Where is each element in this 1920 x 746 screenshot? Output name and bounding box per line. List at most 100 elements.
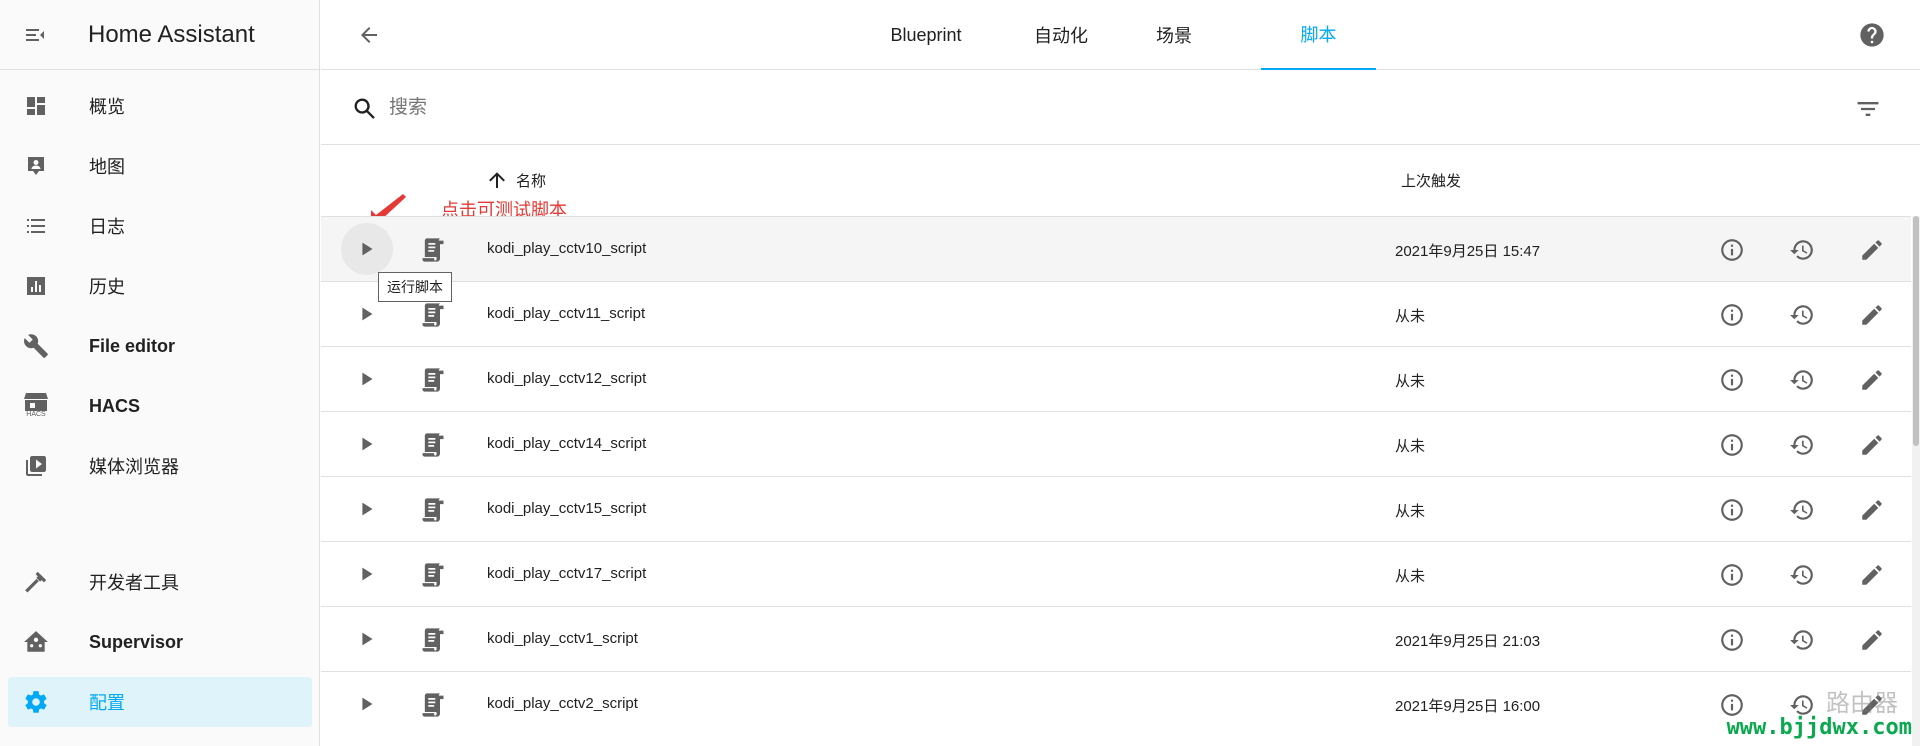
last-triggered: 从未	[1395, 373, 1426, 390]
play-icon[interactable]	[341, 678, 393, 730]
back-arrow-icon[interactable]	[355, 21, 383, 49]
play-icon[interactable]	[341, 353, 393, 405]
pencil-icon[interactable]	[1857, 365, 1887, 395]
history-icon[interactable]	[1787, 300, 1817, 330]
history-icon[interactable]	[1787, 430, 1817, 460]
script-name[interactable]: kodi_play_cctv17_script	[487, 565, 646, 582]
sidebar-item-overview[interactable]: 概览	[8, 81, 312, 131]
search-bar	[321, 71, 1920, 145]
play-icon[interactable]	[341, 613, 393, 665]
play-icon[interactable]	[341, 483, 393, 535]
script-text-icon	[419, 561, 447, 589]
script-name[interactable]: kodi_play_cctv2_script	[487, 695, 638, 712]
script-text-icon	[419, 366, 447, 394]
script-name[interactable]: kodi_play_cctv1_script	[487, 630, 638, 647]
last-triggered: 从未	[1395, 308, 1426, 325]
information-icon[interactable]	[1717, 300, 1747, 330]
table-row[interactable]: kodi_play_cctv15_script 从未	[321, 476, 1911, 541]
play-icon[interactable]	[341, 223, 393, 275]
table-header: 名称 上次触发 点击可测试脚本	[321, 146, 1920, 225]
history-icon[interactable]	[1787, 625, 1817, 655]
sidebar-item-label: 概览	[89, 97, 125, 117]
pencil-icon[interactable]	[1857, 300, 1887, 330]
script-name[interactable]: kodi_play_cctv12_script	[487, 370, 646, 387]
wrench-icon	[22, 332, 50, 360]
history-icon[interactable]	[1787, 235, 1817, 265]
pencil-icon[interactable]	[1857, 560, 1887, 590]
column-header-last-triggered[interactable]: 上次触发	[1401, 170, 1461, 191]
sidebar-item-label: 配置	[89, 693, 125, 713]
information-icon[interactable]	[1717, 625, 1747, 655]
hacs-icon-text: HACS	[26, 411, 46, 418]
sidebar-item-label: Supervisor	[89, 631, 184, 652]
pencil-icon[interactable]	[1857, 625, 1887, 655]
table-row[interactable]: kodi_play_cctv12_script 从未	[321, 346, 1911, 411]
table-row[interactable]: kodi_play_cctv17_script 从未	[321, 541, 1911, 606]
table-row[interactable]: kodi_play_cctv11_script 从未	[321, 281, 1911, 346]
script-name[interactable]: kodi_play_cctv15_script	[487, 500, 646, 517]
chart-box-icon	[22, 272, 50, 300]
play-icon[interactable]	[341, 548, 393, 600]
sidebar: Home Assistant 概览 地图 日志 历史 File editor H	[0, 0, 320, 746]
search-input[interactable]	[389, 89, 1289, 127]
tab-script[interactable]: 脚本	[1261, 0, 1376, 70]
sidebar-item-supervisor[interactable]: Supervisor	[8, 617, 312, 667]
sidebar-item-label: 历史	[89, 277, 125, 297]
arrow-up-sort-icon[interactable]	[485, 168, 509, 192]
history-icon[interactable]	[1787, 365, 1817, 395]
sidebar-item-config[interactable]: 配置	[8, 677, 312, 727]
help-circle-icon[interactable]	[1858, 21, 1886, 49]
scrollbar[interactable]	[1912, 216, 1920, 746]
history-icon[interactable]	[1787, 560, 1817, 590]
pencil-icon[interactable]	[1857, 495, 1887, 525]
last-triggered: 从未	[1395, 503, 1426, 520]
top-bar: Blueprint 自动化 场景 脚本	[321, 0, 1920, 70]
sidebar-item-label: 开发者工具	[89, 573, 179, 593]
cog-icon	[22, 688, 50, 716]
information-icon[interactable]	[1717, 560, 1747, 590]
table-row[interactable]: kodi_play_cctv10_script 2021年9月25日 15:47	[321, 216, 1911, 281]
last-triggered: 2021年9月25日 16:00	[1395, 698, 1541, 715]
sidebar-item-label: 地图	[89, 157, 125, 177]
dashboard-icon	[22, 92, 50, 120]
sidebar-item-label: 日志	[89, 217, 125, 237]
filter-icon[interactable]	[1854, 95, 1882, 123]
table-row[interactable]: kodi_play_cctv1_script 2021年9月25日 21:03	[321, 606, 1911, 671]
tab-automation[interactable]: 自动化	[1011, 0, 1111, 70]
watermark-logo: 路由器	[1826, 690, 1898, 717]
script-name[interactable]: kodi_play_cctv11_script	[487, 305, 645, 322]
search-icon	[351, 95, 379, 123]
script-text-icon	[419, 431, 447, 459]
app-title: Home Assistant	[88, 20, 255, 48]
table-row[interactable]: kodi_play_cctv2_script 2021年9月25日 16:00	[321, 671, 1911, 736]
pencil-icon[interactable]	[1857, 430, 1887, 460]
history-icon[interactable]	[1787, 495, 1817, 525]
tab-blueprint[interactable]: Blueprint	[876, 0, 976, 70]
last-triggered: 2021年9月25日 21:03	[1395, 633, 1541, 650]
sidebar-item-history[interactable]: 历史	[8, 261, 312, 311]
script-text-icon	[419, 691, 447, 719]
sidebar-item-developer-tools[interactable]: 开发者工具	[8, 557, 312, 607]
information-icon[interactable]	[1717, 430, 1747, 460]
scrollbar-thumb[interactable]	[1913, 216, 1919, 446]
play-icon[interactable]	[341, 418, 393, 470]
sidebar-item-map[interactable]: 地图	[8, 141, 312, 191]
pencil-icon[interactable]	[1857, 235, 1887, 265]
sidebar-item-logbook[interactable]: 日志	[8, 201, 312, 251]
format-list-icon	[22, 212, 50, 240]
menu-collapse-icon[interactable]	[22, 22, 48, 48]
script-name[interactable]: kodi_play_cctv14_script	[487, 435, 646, 452]
tab-scene[interactable]: 场景	[1124, 0, 1224, 70]
column-header-name[interactable]: 名称	[516, 170, 546, 191]
last-triggered: 从未	[1395, 568, 1426, 585]
sidebar-item-media-browser[interactable]: 媒体浏览器	[8, 441, 312, 491]
last-triggered: 2021年9月25日 15:47	[1395, 243, 1541, 260]
sidebar-item-hacs[interactable]: HACS HACS	[8, 381, 312, 431]
information-icon[interactable]	[1717, 495, 1747, 525]
script-name[interactable]: kodi_play_cctv10_script	[487, 240, 646, 257]
hacs-store-icon: HACS	[22, 392, 50, 420]
table-row[interactable]: kodi_play_cctv14_script 从未	[321, 411, 1911, 476]
information-icon[interactable]	[1717, 235, 1747, 265]
information-icon[interactable]	[1717, 365, 1747, 395]
sidebar-item-file-editor[interactable]: File editor	[8, 321, 312, 371]
